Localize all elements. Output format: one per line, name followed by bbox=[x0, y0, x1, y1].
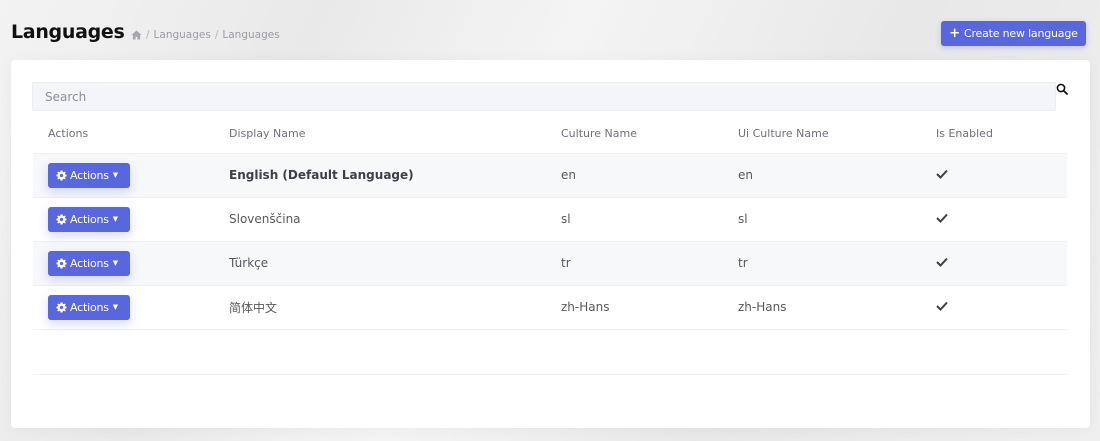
actions-dropdown-button[interactable]: Actions ▼ bbox=[48, 162, 130, 188]
create-new-language-button[interactable]: + Create new language bbox=[941, 21, 1086, 46]
table-empty-spacer-cell bbox=[33, 329, 1067, 375]
breadcrumb: / Languages / Languages bbox=[131, 29, 280, 41]
actions-cell: Actions ▼ bbox=[33, 197, 214, 242]
caret-down-icon: ▼ bbox=[112, 215, 118, 223]
is-enabled-cell bbox=[921, 197, 1067, 242]
gear-icon bbox=[56, 257, 67, 269]
table-row: Actions ▼ English (Default Language) en … bbox=[33, 153, 1067, 198]
check-icon bbox=[936, 301, 948, 311]
create-new-language-label: Create new language bbox=[964, 27, 1078, 40]
breadcrumb-item-1[interactable]: Languages bbox=[154, 29, 211, 41]
is-enabled-cell bbox=[921, 153, 1067, 198]
table-row: Actions ▼ Türkçe tr tr bbox=[33, 241, 1067, 286]
table-empty-spacer-row bbox=[33, 329, 1067, 375]
culture-name-cell: zh-Hans bbox=[546, 285, 723, 330]
actions-label: Actions bbox=[70, 168, 109, 182]
column-header-ui-culture-name[interactable]: Ui Culture Name bbox=[723, 115, 921, 154]
actions-cell: Actions ▼ bbox=[33, 285, 214, 330]
display-name-cell: English (Default Language) bbox=[214, 153, 546, 198]
culture-name-cell: tr bbox=[546, 241, 723, 286]
search-input[interactable] bbox=[32, 82, 1056, 111]
column-header-culture-name[interactable]: Culture Name bbox=[546, 115, 723, 154]
actions-label: Actions bbox=[70, 256, 109, 270]
caret-down-icon: ▼ bbox=[112, 303, 118, 311]
column-header-display-name[interactable]: Display Name bbox=[214, 115, 546, 154]
table-row: Actions ▼ 简体中文 zh-Hans zh-Hans bbox=[33, 285, 1067, 330]
display-name-cell: Slovenščina bbox=[214, 197, 546, 242]
ui-culture-name-cell: sl bbox=[723, 197, 921, 242]
display-name-cell: Türkçe bbox=[214, 241, 546, 286]
gear-icon bbox=[56, 213, 67, 225]
column-header-is-enabled[interactable]: Is Enabled bbox=[921, 115, 1067, 154]
actions-cell: Actions ▼ bbox=[33, 153, 214, 198]
ui-culture-name-cell: zh-Hans bbox=[723, 285, 921, 330]
actions-label: Actions bbox=[70, 300, 109, 314]
actions-dropdown-button[interactable]: Actions ▼ bbox=[48, 206, 130, 232]
languages-table: Actions Display Name Culture Name Ui Cul… bbox=[33, 115, 1067, 375]
actions-cell: Actions ▼ bbox=[33, 241, 214, 286]
ui-culture-name-cell: en bbox=[723, 153, 921, 198]
is-enabled-cell bbox=[921, 241, 1067, 286]
column-header-actions[interactable]: Actions bbox=[33, 115, 214, 154]
caret-down-icon: ▼ bbox=[112, 171, 118, 179]
culture-name-cell: en bbox=[546, 153, 723, 198]
ui-culture-name-cell: tr bbox=[723, 241, 921, 286]
page-header: Languages / Languages / Languages + Crea… bbox=[0, 0, 1100, 60]
table-row: Actions ▼ Slovenščina sl sl bbox=[33, 197, 1067, 242]
caret-down-icon: ▼ bbox=[112, 259, 118, 267]
culture-name-cell: sl bbox=[546, 197, 723, 242]
actions-dropdown-button[interactable]: Actions ▼ bbox=[48, 294, 130, 320]
check-icon bbox=[936, 257, 948, 267]
gear-icon bbox=[56, 301, 67, 313]
home-icon[interactable] bbox=[131, 30, 142, 40]
actions-dropdown-button[interactable]: Actions ▼ bbox=[48, 250, 130, 276]
page-title: Languages bbox=[11, 21, 125, 43]
plus-icon: + bbox=[949, 26, 960, 41]
actions-label: Actions bbox=[70, 212, 109, 226]
gear-icon bbox=[56, 169, 67, 181]
display-name-cell: 简体中文 bbox=[214, 285, 546, 330]
search-icon[interactable] bbox=[1056, 83, 1068, 95]
breadcrumb-separator: / bbox=[214, 29, 219, 41]
breadcrumb-separator: / bbox=[146, 29, 150, 41]
languages-card: Actions Display Name Culture Name Ui Cul… bbox=[11, 60, 1090, 428]
is-enabled-cell bbox=[921, 285, 1067, 330]
check-icon bbox=[936, 169, 948, 179]
table-header-row: Actions Display Name Culture Name Ui Cul… bbox=[33, 115, 1067, 154]
breadcrumb-item-2[interactable]: Languages bbox=[222, 29, 279, 41]
check-icon bbox=[936, 213, 948, 223]
